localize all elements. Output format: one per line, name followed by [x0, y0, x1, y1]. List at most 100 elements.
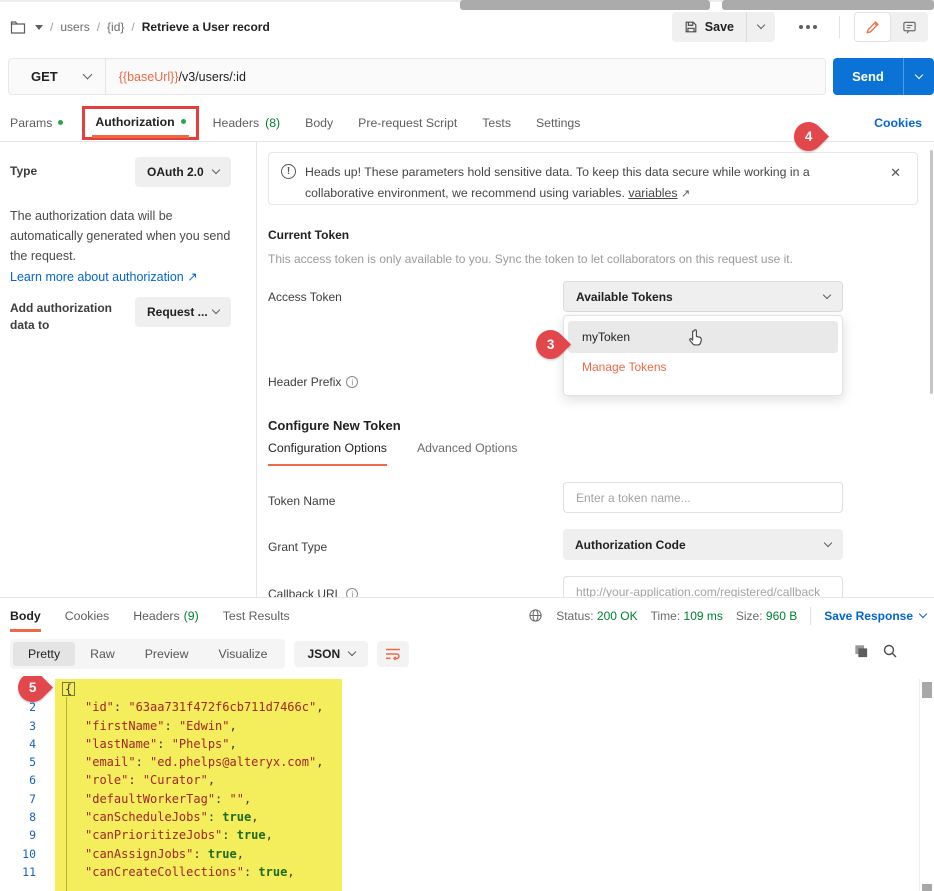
search-icon[interactable] — [882, 643, 898, 659]
line-number[interactable]: 4 — [0, 735, 44, 753]
response-tab-test-results[interactable]: Test Results — [223, 598, 290, 633]
url-input[interactable]: {{baseUrl}}/v3/users/:id — [106, 70, 246, 84]
line-number[interactable]: 6 — [0, 771, 44, 789]
save-button[interactable]: Save — [672, 12, 747, 42]
code-line: 10"canAssignJobs": true, — [0, 845, 919, 863]
menu-item-mytoken[interactable]: myToken — [568, 321, 838, 353]
wrap-lines-button[interactable] — [377, 641, 409, 667]
code-line: 2"id": "63aa731f472f6cb711d7466c", — [0, 698, 919, 716]
edit-mode-button[interactable] — [854, 12, 891, 42]
line-number[interactable]: 9 — [0, 826, 44, 844]
tab-tests[interactable]: Tests — [482, 116, 511, 130]
view-pretty-button[interactable]: Pretty — [13, 642, 75, 666]
token-name-input[interactable] — [563, 482, 843, 513]
add-auth-data-select[interactable]: Request ... — [135, 297, 231, 327]
line-number[interactable]: 10 — [0, 845, 44, 863]
close-banner-icon[interactable]: ✕ — [890, 165, 901, 181]
status-badge: Status: 200 OK — [556, 609, 637, 623]
code-text: "canPrioritizeJobs": true, — [55, 826, 273, 844]
add-auth-data-label: Add authorization data to — [10, 300, 120, 334]
cookies-link[interactable]: Cookies — [874, 116, 934, 130]
response-tab-headers[interactable]: Headers(9) — [133, 598, 199, 633]
code-text: { — [55, 680, 75, 698]
save-response-button[interactable]: Save Response — [824, 609, 926, 623]
grant-type-select[interactable]: Authorization Code — [563, 529, 843, 560]
line-number[interactable]: 5 — [0, 753, 44, 771]
callback-url-input[interactable] — [563, 576, 843, 597]
chevron-down-icon — [919, 609, 927, 617]
tab-settings[interactable]: Settings — [536, 116, 580, 130]
tab-headers[interactable]: Headers(8) — [213, 116, 281, 130]
send-button[interactable]: Send — [833, 58, 904, 95]
scrollbar-thumb[interactable] — [922, 682, 932, 698]
response-body: 1{2"id": "63aa731f472f6cb711d7466c",3"fi… — [0, 676, 919, 891]
chevron-down-icon — [212, 166, 220, 174]
code-text: "lastName": "Phelps", — [55, 735, 237, 753]
send-options-button[interactable] — [904, 58, 934, 95]
line-number[interactable]: 7 — [0, 790, 44, 808]
cursor-hand-icon — [686, 328, 706, 360]
sensitive-data-banner: ! Heads up! These parameters hold sensit… — [268, 152, 918, 205]
size-badge: Size: 960 B — [736, 609, 797, 623]
learn-more-link[interactable]: Learn more about authorization ↗ — [10, 269, 198, 284]
headers-count: (8) — [265, 116, 280, 130]
unsaved-dot — [181, 119, 186, 124]
copy-icon[interactable] — [854, 644, 868, 658]
view-raw-button[interactable]: Raw — [75, 642, 130, 666]
chevron-down-icon — [824, 538, 832, 546]
dot-icon — [813, 25, 817, 29]
current-token-description: This access token is only available to y… — [268, 252, 793, 266]
breadcrumb-item-id[interactable]: {id} — [107, 20, 124, 34]
line-number[interactable]: 11 — [0, 863, 44, 881]
code-text: "canCreateCollections": true, — [55, 863, 295, 881]
external-link-icon: ↗ — [681, 188, 690, 200]
format-select[interactable]: JSON — [294, 641, 368, 667]
breadcrumb-separator: / — [50, 20, 53, 34]
response-tab-cookies[interactable]: Cookies — [65, 598, 109, 633]
token-dropdown-menu: myToken Manage Tokens — [563, 315, 843, 396]
manage-tokens-link[interactable]: Manage Tokens — [564, 360, 842, 374]
method-value: GET — [31, 69, 58, 84]
header-actions: Save — [672, 12, 928, 42]
line-number[interactable]: 8 — [0, 808, 44, 826]
response-scrollbar[interactable] — [919, 679, 934, 891]
code-line: 11 "canCreateCollections": true, — [0, 863, 919, 881]
breadcrumb-separator: / — [131, 20, 134, 34]
tab-advanced-options[interactable]: Advanced Options — [417, 441, 518, 466]
collection-caret-icon[interactable] — [35, 25, 43, 30]
breadcrumb-separator: / — [97, 20, 100, 34]
access-token-select[interactable]: Available Tokens — [563, 281, 843, 312]
comment-icon — [902, 20, 917, 35]
code-text: "id": "63aa731f472f6cb711d7466c", — [55, 698, 323, 716]
tab-params[interactable]: Params — [10, 116, 63, 130]
auth-description: The authorization data will be automatic… — [10, 206, 247, 266]
scrollbar-thumb-bottom[interactable] — [922, 884, 932, 891]
type-label: Type — [10, 164, 37, 178]
response-tab-body[interactable]: Body — [10, 598, 41, 633]
method-selector[interactable]: GET — [9, 59, 106, 94]
tab-authorization[interactable]: Authorization — [82, 106, 198, 140]
view-visualize-button[interactable]: Visualize — [203, 642, 282, 666]
save-options-button[interactable] — [747, 12, 775, 42]
collection-folder-icon[interactable] — [10, 20, 26, 34]
header-divider — [839, 16, 840, 38]
tab-body[interactable]: Body — [305, 116, 333, 130]
comment-button[interactable] — [891, 12, 928, 42]
code-line: 4 "lastName": "Phelps", — [0, 735, 919, 753]
breadcrumb: / users / {id} / Retrieve a User record — [10, 20, 270, 34]
info-icon[interactable]: i — [346, 588, 358, 597]
more-options-button[interactable] — [793, 19, 823, 35]
breadcrumb-item-users[interactable]: users — [60, 20, 89, 34]
info-icon[interactable]: i — [346, 376, 358, 388]
fold-marker[interactable]: { — [62, 682, 75, 696]
network-globe-icon[interactable] — [528, 608, 543, 623]
variables-link[interactable]: variables — [628, 186, 677, 200]
code-text: "role": "Curator", — [55, 771, 215, 789]
access-token-value: Available Tokens — [576, 290, 673, 304]
panel-scrollbar[interactable] — [930, 150, 933, 394]
auth-type-select[interactable]: OAuth 2.0 — [135, 157, 231, 187]
tab-prerequest-script[interactable]: Pre-request Script — [358, 116, 457, 130]
tab-configuration-options[interactable]: Configuration Options — [268, 441, 387, 466]
line-number[interactable]: 3 — [0, 717, 44, 735]
view-preview-button[interactable]: Preview — [130, 642, 204, 666]
